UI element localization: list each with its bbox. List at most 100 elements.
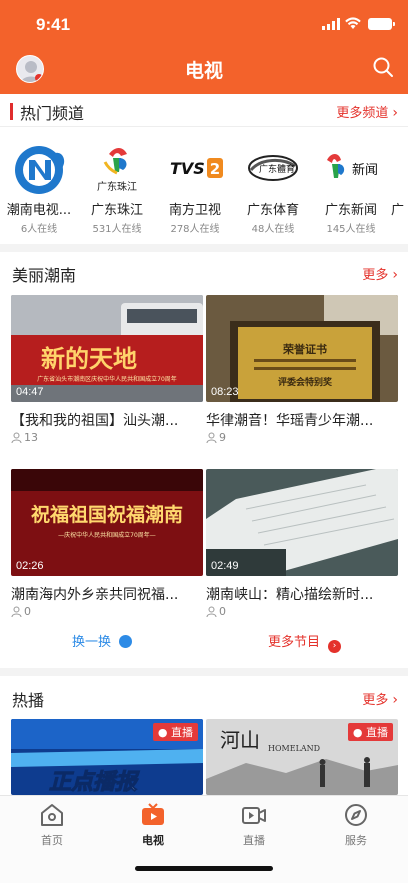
channel-item[interactable]: 潮南电视... 6人在线: [1, 138, 77, 238]
hot-channels-header: 热门频道 更多频道 ›: [0, 95, 408, 127]
chevron-right-icon: ›: [392, 692, 398, 708]
live-card[interactable]: 河山 HOMELAND ● 直播: [206, 719, 398, 795]
video-title: 【我和我的祖国】汕头潮...: [11, 413, 179, 429]
chevron-right-icon: ›: [392, 267, 398, 283]
section-actions: 换一换 更多节目 ›: [0, 628, 408, 653]
video-viewers: 9: [206, 431, 226, 444]
person-icon: [11, 606, 22, 618]
section-divider: [0, 244, 408, 252]
live-badge: ● 直播: [347, 723, 393, 741]
refresh-icon: [119, 635, 133, 648]
viewer-count: 9: [219, 431, 226, 444]
live-badge-label: 直播: [366, 726, 388, 739]
video-viewers: 0: [11, 605, 31, 618]
tab-label: 直播: [243, 834, 265, 847]
signal-icon: [322, 18, 340, 30]
guangdong-news-logo-icon: 新闻: [327, 154, 378, 178]
status-bar: 9:41: [0, 0, 408, 48]
channel-item[interactable]: TVS 2 南方卫视 278人在线: [157, 138, 233, 238]
live-thumbnail[interactable]: 正点播报 ● 直播: [11, 719, 203, 795]
video-duration: 04:47: [16, 386, 44, 398]
more-programs-label: 更多节目: [268, 635, 321, 650]
guangdong-pearl-logo-icon: 广东珠江: [97, 148, 137, 193]
tab-live[interactable]: 直播: [224, 802, 284, 848]
logo-text: 广东珠江: [97, 180, 137, 193]
more-label: 更多: [362, 268, 389, 283]
channel-item[interactable]: 广: [391, 138, 408, 238]
thumb-caption: —庆祝中华人民共和国成立70周年—: [58, 531, 156, 539]
tv-icon: [142, 803, 164, 825]
refresh-button[interactable]: 换一换: [72, 631, 133, 650]
tab-label: 电视: [142, 834, 164, 847]
more-channels-label: 更多频道: [336, 106, 389, 121]
channel-item[interactable]: 广东珠江 广东珠江 531人在线: [79, 138, 155, 238]
compass-icon: [345, 804, 367, 826]
thumb-headline: 荣誉证书: [282, 342, 327, 356]
channel-name: 广东体育: [246, 203, 299, 218]
svg-text:2: 2: [210, 160, 220, 178]
logo-text: 新闻: [352, 162, 378, 178]
top-bar: 9:41 电视: [0, 0, 408, 94]
channel-online: 531人在线: [92, 224, 142, 235]
beautiful-header: 美丽潮南 更多 ›: [0, 257, 408, 289]
search-icon[interactable]: [372, 56, 394, 78]
hot-play-more-link[interactable]: 更多 ›: [362, 689, 398, 708]
tab-label: 首页: [41, 834, 63, 847]
video-thumbnail[interactable]: 02:49: [206, 469, 398, 576]
southern-tv-logo-icon: TVS 2: [169, 158, 223, 178]
home-indicator: [135, 866, 273, 871]
wifi-icon: [345, 17, 361, 29]
hot-play-header: 热播 更多 ›: [0, 682, 408, 714]
arrow-right-circle-icon: ›: [328, 640, 342, 653]
thumb-headline: 祝福祖国祝福潮南: [31, 503, 183, 526]
live-video-icon: [242, 807, 266, 824]
section-marker: [10, 103, 13, 120]
chaonan-tv-logo-icon: [15, 146, 65, 194]
video-duration: 08:23: [211, 386, 239, 398]
video-duration: 02:26: [16, 560, 44, 572]
live-thumbnail[interactable]: 河山 HOMELAND ● 直播: [206, 719, 398, 795]
channel-online: 278人在线: [170, 224, 220, 235]
guangdong-sports-logo-icon: 广东體育: [248, 155, 298, 181]
tab-home[interactable]: 首页: [22, 802, 82, 848]
logo-text: 广东體育: [259, 163, 295, 175]
viewer-count: 0: [24, 605, 31, 618]
beautiful-more-link[interactable]: 更多 ›: [362, 264, 398, 283]
channel-item[interactable]: 新闻 广东新闻 145人在线: [313, 138, 389, 238]
video-thumbnail[interactable]: 祝福祖国祝福潮南 —庆祝中华人民共和国成立70周年— 02:26: [11, 469, 203, 576]
more-programs-button[interactable]: 更多节目 ›: [268, 631, 342, 653]
tab-label: 服务: [345, 834, 367, 847]
channel-online: 145人在线: [326, 224, 376, 235]
viewer-count: 0: [219, 605, 226, 618]
video-title: 潮南峡山：精心描绘新时...: [206, 587, 374, 603]
live-badge-label: 直播: [171, 726, 193, 739]
channel-item[interactable]: 广东體育 广东体育 48人在线: [235, 138, 311, 238]
thumb-headline: 河山: [220, 728, 260, 752]
tab-tv[interactable]: 电视: [123, 802, 183, 848]
channel-name: 广东珠江: [90, 203, 143, 218]
tab-service[interactable]: 服务: [326, 802, 386, 848]
live-card[interactable]: 正点播报 ● 直播: [11, 719, 203, 795]
hot-channels-title: 热门频道: [20, 104, 85, 123]
section-divider: [0, 668, 408, 676]
beautiful-title: 美丽潮南: [12, 266, 77, 285]
hot-play-title: 热播: [12, 691, 45, 710]
person-icon: [206, 432, 217, 444]
video-viewers: 13: [11, 431, 38, 444]
channel-name: 广东新闻: [324, 203, 377, 218]
more-label: 更多: [362, 693, 389, 708]
live-badge: ● 直播: [152, 723, 198, 741]
person-icon: [11, 432, 22, 444]
channel-online: 6人在线: [20, 224, 58, 235]
video-thumbnail[interactable]: 新的天地 广东省汕头市潮南区庆祝中华人民共和国成立70周年 04:47: [11, 295, 203, 402]
channel-name: 广: [391, 203, 405, 218]
channel-name: 南方卫视: [168, 203, 221, 218]
video-viewers: 0: [206, 605, 226, 618]
channel-name: 潮南电视...: [6, 203, 72, 218]
video-title: 潮南海内外乡亲共同祝福...: [11, 587, 179, 603]
more-channels-link[interactable]: 更多频道 ›: [336, 102, 398, 121]
thumb-caption: 评委会特别奖: [278, 376, 333, 388]
video-thumbnail[interactable]: 荣誉证书 评委会特别奖 08:23: [206, 295, 398, 402]
thumb-headline: 新的天地: [41, 344, 137, 373]
thumb-caption: HOMELAND: [268, 744, 320, 753]
